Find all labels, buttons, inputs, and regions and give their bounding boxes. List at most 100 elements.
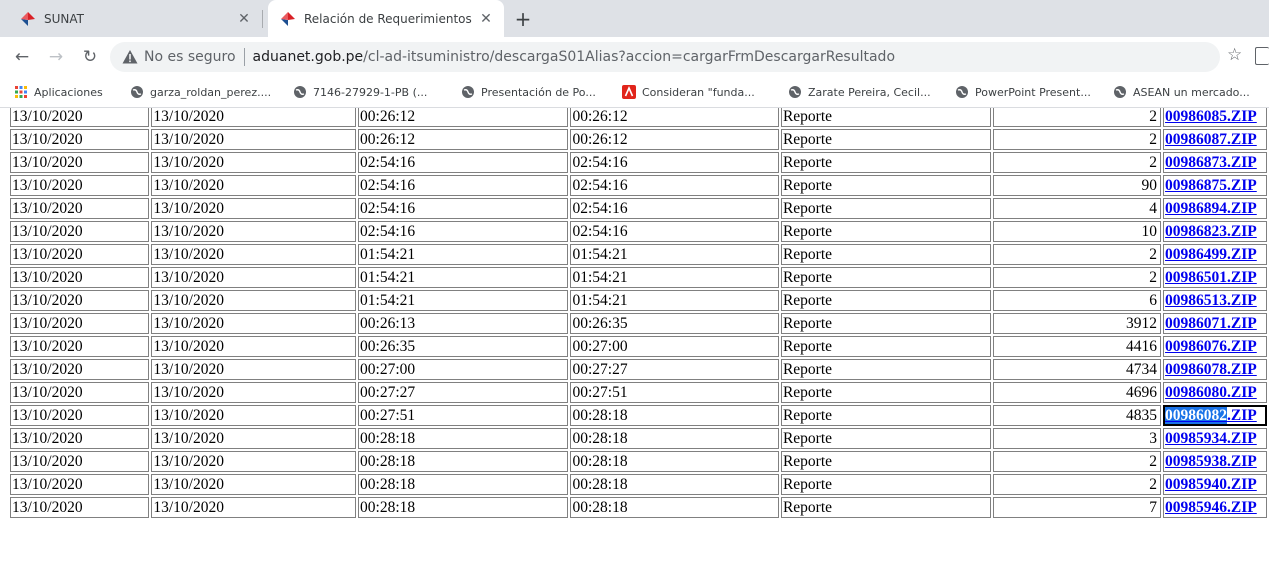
zip-file-extension: .ZIP xyxy=(1227,292,1257,309)
bookmark-item[interactable]: Presentación de Po... xyxy=(461,77,596,107)
address-bar[interactable]: No es seguro aduanet.gob.pe /cl-ad-itsum… xyxy=(110,42,1220,72)
fecha-inicio-cell: 13/10/2020 xyxy=(10,221,150,242)
fecha-inicio-cell: 13/10/2020 xyxy=(10,336,150,357)
tipo-cell: Reporte xyxy=(780,267,992,288)
zip-download-link[interactable]: 00985938.ZIP xyxy=(1165,453,1257,470)
hora-inicio-cell: 02:54:16 xyxy=(358,221,569,242)
hora-inicio-cell: 01:54:21 xyxy=(358,244,569,265)
tipo-cell: Reporte xyxy=(780,129,992,150)
zip-download-link[interactable]: 00985946.ZIP xyxy=(1165,499,1257,516)
zip-download-link[interactable]: 00986082.ZIP xyxy=(1165,407,1257,424)
bookmark-star-icon[interactable]: ☆ xyxy=(1227,45,1242,65)
fecha-inicio-cell: 13/10/2020 xyxy=(10,474,150,495)
tipo-cell: Reporte xyxy=(780,290,992,311)
archivo-cell: 00986085.ZIP xyxy=(1163,108,1267,127)
close-tab-icon[interactable]: ✕ xyxy=(234,11,254,27)
bookmark-item[interactable]: Zarate Pereira, Cecil... xyxy=(788,77,931,107)
zip-download-link[interactable]: 00986894.ZIP xyxy=(1165,200,1257,217)
fecha-inicio-cell: 13/10/2020 xyxy=(10,129,150,150)
tipo-cell: Reporte xyxy=(780,152,992,173)
table-row: 13/10/2020 13/10/2020 00:27:00 00:27:27 Repo… xyxy=(10,359,1267,380)
zip-download-link[interactable]: 00986087.ZIP xyxy=(1165,131,1257,148)
warning-icon xyxy=(122,50,138,64)
hora-fin-cell: 01:54:21 xyxy=(570,290,779,311)
close-tab-icon[interactable]: ✕ xyxy=(476,11,496,27)
zip-download-link[interactable]: 00985934.ZIP xyxy=(1165,430,1257,447)
tipo-cell: Reporte xyxy=(780,336,992,357)
tab-sunat[interactable]: SUNAT ✕ xyxy=(8,0,262,37)
bookmark-aplicaciones[interactable]: Aplicaciones xyxy=(14,77,103,107)
zip-file-extension: .ZIP xyxy=(1227,407,1257,424)
cantidad-cell: 3912 xyxy=(993,313,1162,334)
table-row: 13/10/2020 13/10/2020 00:26:12 00:26:12 Repo… xyxy=(10,108,1267,127)
hora-fin-cell: 02:54:16 xyxy=(570,175,779,196)
globe-icon xyxy=(131,86,143,98)
archivo-cell: 00985934.ZIP xyxy=(1163,428,1267,449)
not-secure-label[interactable]: No es seguro xyxy=(144,49,236,65)
zip-file-extension: .ZIP xyxy=(1227,177,1257,194)
bookmark-item[interactable]: Consideran "funda... xyxy=(622,77,755,107)
hora-fin-cell: 00:26:12 xyxy=(570,129,779,150)
bookmark-item[interactable]: garza_roldan_perez.... xyxy=(130,77,271,107)
back-arrow-icon[interactable]: ← xyxy=(10,45,34,69)
bookmark-item[interactable]: ASEAN un mercado... xyxy=(1113,77,1250,107)
zip-download-link[interactable]: 00986499.ZIP xyxy=(1165,246,1257,263)
table-row: 13/10/2020 13/10/2020 01:54:21 01:54:21 Repo… xyxy=(10,267,1267,288)
fecha-inicio-cell: 13/10/2020 xyxy=(10,405,150,426)
fecha-inicio-cell: 13/10/2020 xyxy=(10,428,150,449)
hora-inicio-cell: 02:54:16 xyxy=(358,198,569,219)
bookmark-item[interactable]: PowerPoint Present... xyxy=(955,77,1091,107)
hora-inicio-cell: 00:27:00 xyxy=(358,359,569,380)
reload-icon[interactable]: ↻ xyxy=(78,45,102,69)
zip-file-number: 00985934 xyxy=(1165,430,1228,447)
cantidad-cell: 2 xyxy=(993,108,1162,127)
table-row: 13/10/2020 13/10/2020 00:27:27 00:27:51 Repo… xyxy=(10,382,1267,403)
url-host: aduanet.gob.pe xyxy=(252,49,364,65)
hora-inicio-cell: 00:26:13 xyxy=(358,313,569,334)
extension-icon[interactable] xyxy=(1255,47,1269,65)
archivo-cell: 00986076.ZIP xyxy=(1163,336,1267,357)
hora-inicio-cell: 00:26:12 xyxy=(358,108,569,127)
zip-download-link[interactable]: 00986080.ZIP xyxy=(1165,384,1257,401)
new-tab-button[interactable]: + xyxy=(510,6,536,32)
zip-download-link[interactable]: 00985940.ZIP xyxy=(1165,476,1257,493)
tipo-cell: Reporte xyxy=(780,313,992,334)
fecha-fin-cell: 13/10/2020 xyxy=(151,359,357,380)
zip-file-number: 00986082 xyxy=(1165,407,1228,424)
fecha-inicio-cell: 13/10/2020 xyxy=(10,152,150,173)
fecha-fin-cell: 13/10/2020 xyxy=(151,474,357,495)
zip-download-link[interactable]: 00986873.ZIP xyxy=(1165,154,1257,171)
cantidad-cell: 90 xyxy=(993,175,1162,196)
bookmark-label: Presentación de Po... xyxy=(481,85,596,99)
fecha-fin-cell: 13/10/2020 xyxy=(151,244,357,265)
zip-download-link[interactable]: 00986076.ZIP xyxy=(1165,338,1257,355)
bookmark-item[interactable]: 7146-27929-1-PB (... xyxy=(293,77,427,107)
zip-download-link[interactable]: 00986513.ZIP xyxy=(1165,292,1257,309)
fecha-inicio-cell: 13/10/2020 xyxy=(10,382,150,403)
zip-file-number: 00986080 xyxy=(1165,384,1228,401)
tab-relacion-requerimientos[interactable]: Relación de Requerimientos ✕ xyxy=(268,0,504,37)
hora-inicio-cell: 01:54:21 xyxy=(358,267,569,288)
zip-file-number: 00985940 xyxy=(1165,476,1228,493)
hora-fin-cell: 01:54:21 xyxy=(570,267,779,288)
zip-file-number: 00986499 xyxy=(1165,246,1228,263)
fecha-inicio-cell: 13/10/2020 xyxy=(10,175,150,196)
zip-download-link[interactable]: 00986078.ZIP xyxy=(1165,361,1257,378)
zip-file-extension: .ZIP xyxy=(1227,200,1257,217)
zip-download-link[interactable]: 00986085.ZIP xyxy=(1165,108,1257,125)
zip-download-link[interactable]: 00986875.ZIP xyxy=(1165,177,1257,194)
fecha-fin-cell: 13/10/2020 xyxy=(151,313,357,334)
zip-file-number: 00986894 xyxy=(1165,200,1228,217)
hora-fin-cell: 00:26:12 xyxy=(570,108,779,127)
tab-strip: SUNAT ✕ Relación de Requerimientos ✕ + xyxy=(0,0,1269,37)
zip-download-link[interactable]: 00986501.ZIP xyxy=(1165,269,1257,286)
zip-download-link[interactable]: 00986823.ZIP xyxy=(1165,223,1257,240)
table-row: 13/10/2020 13/10/2020 00:28:18 00:28:18 Repo… xyxy=(10,428,1267,449)
cantidad-cell: 4 xyxy=(993,198,1162,219)
hora-inicio-cell: 00:27:27 xyxy=(358,382,569,403)
sunat-logo-icon xyxy=(21,11,35,26)
forward-arrow-icon[interactable]: → xyxy=(44,45,68,69)
zip-file-extension: .ZIP xyxy=(1227,361,1257,378)
tipo-cell: Reporte xyxy=(780,474,992,495)
zip-download-link[interactable]: 00986071.ZIP xyxy=(1165,315,1257,332)
